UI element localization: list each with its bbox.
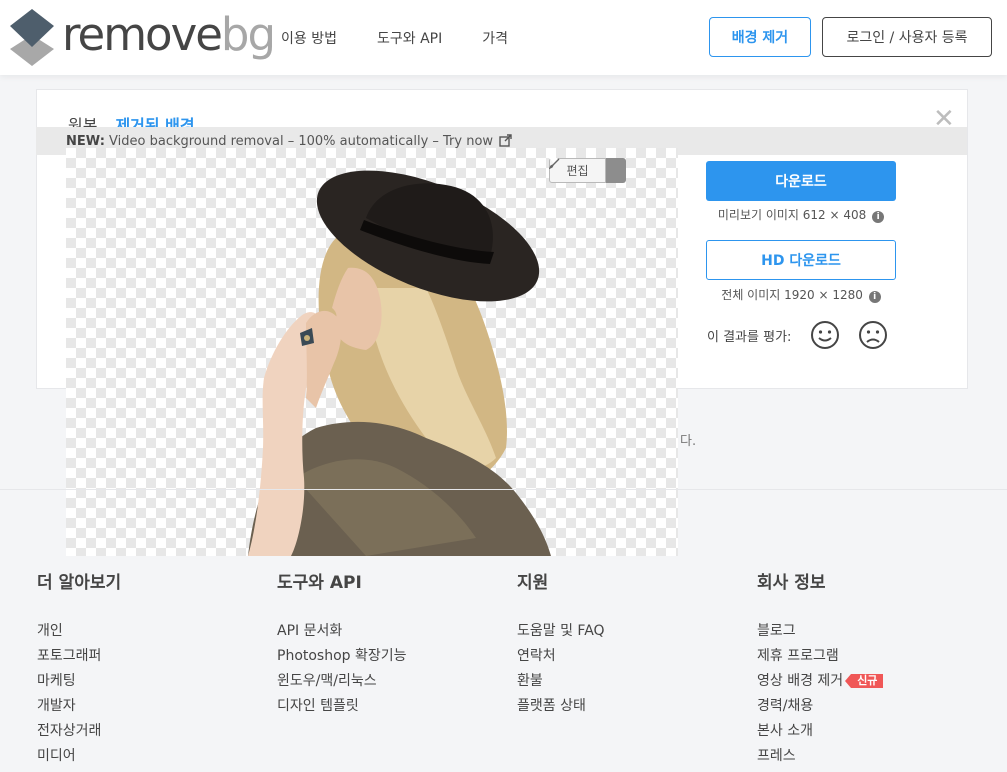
preview-size-info: 미리보기 이미지 612 × 408 i: [706, 206, 896, 223]
external-link-icon: [499, 134, 512, 147]
nav-pricing[interactable]: 가격: [482, 28, 508, 48]
footer-link[interactable]: 프레스: [757, 746, 883, 771]
info-icon[interactable]: i: [872, 211, 885, 223]
footer-link[interactable]: 제휴 프로그램: [757, 646, 883, 671]
result-preview-image: 편집: [66, 148, 678, 556]
footer-link[interactable]: 연락처: [517, 646, 605, 671]
footer-link-video-bg[interactable]: 영상 배경 제거 신규: [757, 671, 884, 696]
footer-link[interactable]: 개발자: [37, 696, 121, 721]
footer-link[interactable]: 디자인 템플릿: [277, 696, 407, 721]
edit-button-group: 편집: [549, 158, 626, 183]
new-badge: 신규: [845, 674, 884, 688]
nav-tools-api[interactable]: 도구와 API: [377, 28, 442, 48]
footer-heading: 도구와 API: [277, 573, 362, 593]
footer-link[interactable]: API 문서화: [277, 621, 407, 646]
logo-primary: remove: [62, 7, 223, 61]
cutout-person-image: [248, 170, 551, 556]
download-button[interactable]: 다운로드: [706, 161, 896, 201]
partial-text: 다.: [680, 434, 697, 449]
footer-link[interactable]: 마케팅: [37, 671, 121, 696]
logo[interactable]: removebg: [10, 7, 276, 68]
edit-label: 편집: [566, 164, 589, 178]
footer-link[interactable]: 전자상거래: [37, 721, 121, 746]
login-signup-button[interactable]: 로그인 / 사용자 등록: [822, 17, 992, 57]
footer-heading: 더 알아보기: [37, 573, 122, 593]
footer-link[interactable]: 윈도우/맥/리눅스: [277, 671, 407, 696]
footer-link[interactable]: 개인: [37, 621, 121, 646]
promo-text: Video background removal – 100% automati…: [109, 134, 494, 149]
footer-link[interactable]: 경력/채용: [757, 696, 883, 721]
logo-text: removebg: [62, 7, 276, 61]
remove-background-button[interactable]: 배경 제거: [709, 17, 811, 57]
footer-heading: 지원: [517, 573, 549, 593]
footer-column-support: 지원 도움말 및 FAQ 연락처 환불 플랫폼 상태: [517, 568, 605, 721]
footer-link[interactable]: Photoshop 확장기능: [277, 646, 407, 671]
main-nav: 이용 방법 도구와 API 가격: [281, 28, 508, 48]
footer-link[interactable]: 미디어: [37, 746, 121, 771]
footer-link[interactable]: 도움말 및 FAQ: [517, 621, 605, 646]
hd-size-info: 전체 이미지 1920 × 1280 i: [706, 286, 896, 303]
preview-size-text: 미리보기 이미지 612 × 408: [717, 208, 867, 222]
footer-column-tools-api: 도구와 API API 문서화 Photoshop 확장기능 윈도우/맥/리눅스…: [277, 568, 407, 721]
frown-icon[interactable]: [858, 320, 888, 350]
caret-down-icon: [549, 158, 558, 163]
header: removebg 이용 방법 도구와 API 가격 배경 제거 로그인 / 사용…: [0, 0, 1007, 75]
rate-result-label: 이 결과를 평가:: [707, 330, 792, 345]
logo-secondary: bg: [220, 7, 276, 61]
hd-size-text: 전체 이미지 1920 × 1280: [721, 288, 863, 302]
footer-divider: [0, 489, 1007, 490]
logo-icon: [10, 9, 54, 66]
smile-icon[interactable]: [810, 320, 840, 350]
promo-new-label: NEW:: [66, 134, 105, 149]
footer-link[interactable]: 환불: [517, 671, 605, 696]
footer-link[interactable]: 블로그: [757, 621, 883, 646]
footer-heading: 회사 정보: [757, 573, 826, 593]
info-icon[interactable]: i: [868, 291, 881, 303]
edit-dropdown-toggle[interactable]: [549, 158, 626, 183]
footer-link[interactable]: 본사 소개: [757, 721, 883, 746]
footer-link[interactable]: 플랫폼 상태: [517, 696, 605, 721]
footer-column-learn-more: 더 알아보기 개인 포토그래퍼 마케팅 개발자 전자상거래 미디어: [37, 568, 121, 771]
footer-column-company: 회사 정보 블로그 제휴 프로그램 영상 배경 제거 신규 경력/채용 본사 소개…: [757, 568, 884, 771]
footer-link[interactable]: 포토그래퍼: [37, 646, 121, 671]
hd-download-button[interactable]: HD 다운로드: [706, 240, 896, 280]
footer-link-label: 영상 배경 제거: [757, 673, 844, 689]
nav-how-to[interactable]: 이용 방법: [281, 28, 337, 48]
